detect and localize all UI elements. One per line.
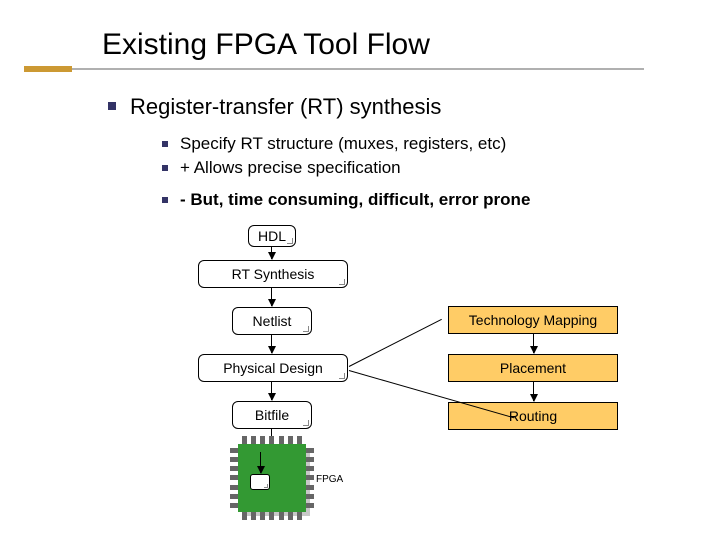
title-underline xyxy=(24,68,644,70)
box-netlist: Netlist xyxy=(232,307,312,335)
box-phys-label: Physical Design xyxy=(223,360,323,376)
bullet-main-text: Register-transfer (RT) synthesis xyxy=(130,94,441,119)
box-netlist-label: Netlist xyxy=(253,313,292,329)
box-hdl: HDL xyxy=(248,225,296,247)
box-bitfile-label: Bitfile xyxy=(255,407,289,423)
arrow-techmap-place xyxy=(533,334,534,353)
bullet-sub3-text: - But, time consuming, difficult, error … xyxy=(180,190,530,209)
box-hdl-label: HDL xyxy=(258,228,286,244)
bullet-icon xyxy=(162,197,168,203)
box-physical-design: Physical Design xyxy=(198,354,348,382)
box-routing-label: Routing xyxy=(509,408,557,424)
arrow-phys-bitfile xyxy=(271,382,272,400)
arrow-place-route xyxy=(533,382,534,401)
box-rt-label: RT Synthesis xyxy=(232,266,315,282)
fpga-inner-box xyxy=(250,474,270,490)
bullet-icon xyxy=(162,141,168,147)
title-accent xyxy=(24,66,72,72)
box-rt-synthesis: RT Synthesis xyxy=(198,260,348,288)
box-bitfile: Bitfile xyxy=(232,401,312,429)
box-placement: Placement xyxy=(448,354,618,382)
bullet-sub2-text: + Allows precise specification xyxy=(180,158,401,177)
arrow-into-fpga xyxy=(260,452,261,473)
bullet-icon xyxy=(162,165,168,171)
bullet-sub1-text: Specify RT structure (muxes, registers, … xyxy=(180,134,506,153)
arrow-hdl-rt xyxy=(271,247,272,259)
box-tech-mapping: Technology Mapping xyxy=(448,306,618,334)
arrow-rt-netlist xyxy=(271,288,272,306)
box-placement-label: Placement xyxy=(500,360,566,376)
fpga-chip xyxy=(238,444,306,512)
bullet-icon xyxy=(108,102,116,110)
bullet-sub-1: Specify RT structure (muxes, registers, … xyxy=(162,134,506,154)
box-techmap-label: Technology Mapping xyxy=(469,312,597,328)
slide-title: Existing FPGA Tool Flow xyxy=(102,28,430,62)
bullet-main: Register-transfer (RT) synthesis xyxy=(108,94,441,120)
arrow-netlist-phys xyxy=(271,335,272,353)
fpga-label: FPGA xyxy=(316,474,343,485)
bullet-sub-3: - But, time consuming, difficult, error … xyxy=(162,190,530,210)
connector-top xyxy=(349,319,442,367)
bullet-sub-2: + Allows precise specification xyxy=(162,158,401,178)
